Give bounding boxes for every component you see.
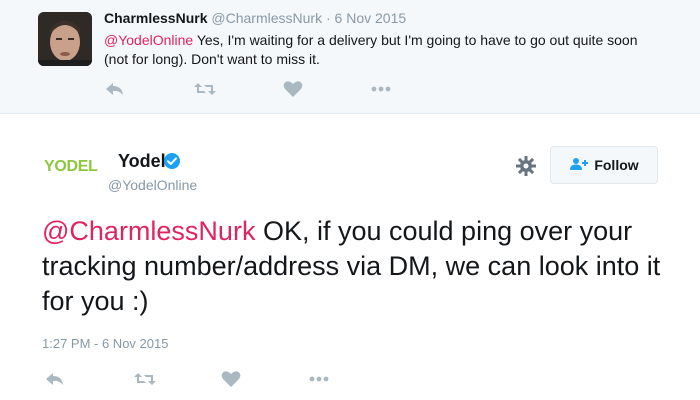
- verified-badge-icon: [163, 152, 181, 175]
- author-name[interactable]: Yodel: [118, 151, 166, 172]
- more-icon[interactable]: [369, 80, 393, 100]
- tweet-actions: [0, 370, 700, 390]
- author-handle[interactable]: @CharmlessNurk: [211, 10, 322, 26]
- author-name[interactable]: CharmlessNurk: [104, 10, 208, 26]
- more-icon[interactable]: [307, 370, 331, 390]
- reply-icon[interactable]: [104, 80, 128, 100]
- reply-header: CharmlessNurk @CharmlessNurk · 6 Nov 201…: [104, 10, 406, 26]
- tweet-actions: [0, 80, 700, 100]
- follow-button[interactable]: Follow: [550, 146, 658, 184]
- retweet-icon[interactable]: [133, 370, 157, 390]
- like-icon[interactable]: [221, 370, 245, 390]
- tweet-timestamp[interactable]: 1:27 PM - 6 Nov 2015: [42, 336, 168, 351]
- author-handle[interactable]: @YodelOnline: [108, 177, 197, 193]
- separator: ·: [325, 10, 331, 26]
- reply-tweet: CharmlessNurk @CharmlessNurk · 6 Nov 201…: [0, 0, 700, 114]
- like-icon[interactable]: [283, 80, 307, 100]
- brand-logo[interactable]: YODEL: [44, 158, 98, 176]
- follow-label: Follow: [594, 157, 639, 173]
- follow-user-icon: [569, 157, 589, 174]
- avatar[interactable]: [38, 12, 92, 66]
- tweet-date[interactable]: 6 Nov 2015: [335, 10, 407, 26]
- retweet-icon[interactable]: [193, 80, 217, 100]
- mention-link[interactable]: @CharmlessNurk: [42, 216, 255, 246]
- tweet-text: @CharmlessNurk OK, if you could ping ove…: [42, 214, 662, 319]
- mention-link[interactable]: @YodelOnline: [104, 32, 193, 48]
- tweet-text: @YodelOnline Yes, I'm waiting for a deli…: [104, 31, 664, 69]
- reply-icon[interactable]: [44, 370, 68, 390]
- gear-icon[interactable]: [515, 155, 537, 182]
